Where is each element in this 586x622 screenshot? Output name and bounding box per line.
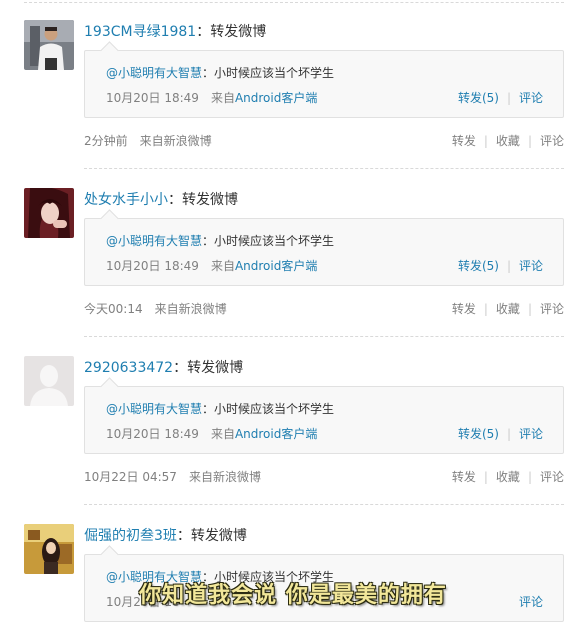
quoted-meta: 10月20日 18:49 来自Android客户端 <box>106 89 317 107</box>
client-link[interactable]: Android客户端 <box>235 91 317 105</box>
quoted-date-link[interactable]: 10月20日 18:49 <box>106 91 199 105</box>
post-source: 来自新浪微博 <box>139 134 212 148</box>
quoted-actions: 转发(5) | 评论 <box>457 427 543 441</box>
user-photo-girl-icon <box>24 188 74 238</box>
quoted-text: 小时候应该当个坏学生 <box>214 66 335 80</box>
quoted-actions: 转发(5) | 评论 <box>457 259 543 273</box>
repost-link[interactable]: 转发 <box>452 302 476 316</box>
favorite-link[interactable]: 收藏 <box>496 134 520 148</box>
colon: ： <box>202 234 215 248</box>
quoted-comment-link[interactable]: 评论 <box>519 259 543 273</box>
quoted-post: @小聪明有大智慧：小时候应该当个坏学生 10月20日 18:49 来自Androi… <box>84 386 564 454</box>
post-time-link[interactable]: 今天00:14 <box>84 302 143 316</box>
post-header: 193CM寻绿1981：转发微博 <box>84 22 266 42</box>
post-header: 处女水手小小：转发微博 <box>84 190 238 210</box>
colon: ： <box>202 66 215 80</box>
post-footer: 10月22日 04:57 来自新浪微博 转发 | 收藏 | 评论 <box>84 468 564 486</box>
post-text: 转发微博 <box>190 528 247 544</box>
quoted-date-link[interactable]: 10月20日 18:49 <box>106 427 199 441</box>
colon: ： <box>202 402 215 416</box>
top-divider <box>24 2 564 3</box>
user-photo-illustration-icon <box>24 524 74 574</box>
post-source: 来自新浪微博 <box>154 302 227 316</box>
favorite-link[interactable]: 收藏 <box>496 302 520 316</box>
post-header: 倔强的初叁3班：转发微博 <box>84 526 247 546</box>
quoted-author-link[interactable]: @小聪明有大智慧 <box>106 402 202 416</box>
client-link[interactable]: Android客户端 <box>235 259 317 273</box>
repost-link[interactable]: 转发 <box>452 134 476 148</box>
quoted-author-link[interactable]: @小聪明有大智慧 <box>106 66 202 80</box>
post-divider <box>84 168 564 169</box>
user-photo-man-icon <box>24 20 74 70</box>
post-actions: 转发 | 收藏 | 评论 <box>451 302 564 316</box>
post-time-link[interactable]: 10月22日 04:57 <box>84 470 177 484</box>
author-link[interactable]: 处女水手小小 <box>84 192 168 208</box>
avatar[interactable] <box>24 20 74 70</box>
post-text: 转发微博 <box>182 192 238 208</box>
colon: ： <box>196 24 211 40</box>
quoted-text: 小时候应该当个坏学生 <box>214 402 335 416</box>
post-text: 转发微博 <box>210 24 267 40</box>
quoted-comment-link[interactable]: 评论 <box>519 91 543 105</box>
from-prefix: 来自 <box>210 427 235 441</box>
quoted-post: @小聪明有大智慧：小时候应该当个坏学生 10月20日 18:49 来自Androi… <box>84 50 564 118</box>
quoted-content: @小聪明有大智慧：小时候应该当个坏学生 <box>106 400 334 418</box>
repost-link[interactable]: 转发 <box>452 470 476 484</box>
post-footer: 2分钟前 来自新浪微博 转发 | 收藏 | 评论 <box>84 132 564 150</box>
post-time-link[interactable]: 2分钟前 <box>84 134 128 148</box>
post-text: 转发微博 <box>187 360 244 376</box>
quoted-meta: 10月20日 18:49 来自Android客户端 <box>106 257 317 275</box>
video-subtitle-overlay: 你知道我会说 你是最美的拥有 <box>139 583 447 608</box>
quoted-author-link[interactable]: @小聪明有大智慧 <box>106 234 202 248</box>
quoted-repost-link[interactable]: 转发(5) <box>458 427 499 441</box>
client-link[interactable]: Android客户端 <box>235 427 317 441</box>
default-avatar-silhouette-icon <box>24 356 74 406</box>
quoted-content: @小聪明有大智慧：小时候应该当个坏学生 <box>106 232 334 250</box>
post-actions: 转发 | 收藏 | 评论 <box>451 470 564 484</box>
post-divider <box>84 504 564 505</box>
author-link[interactable]: 193CM寻绿1981 <box>84 24 196 40</box>
quoted-meta: 10月20日 18:49 来自Android客户端 <box>106 425 317 443</box>
quoted-text: 小时候应该当个坏学生 <box>214 234 335 248</box>
comment-link[interactable]: 评论 <box>540 134 564 148</box>
avatar[interactable] <box>24 356 74 406</box>
feed-item: 处女水手小小：转发微博 @小聪明有大智慧：小时候应该当个坏学生 10月20日 1… <box>0 188 586 338</box>
quoted-content: @小聪明有大智慧：小时候应该当个坏学生 <box>106 64 334 82</box>
avatar[interactable] <box>24 188 74 238</box>
from-prefix: 来自 <box>210 259 235 273</box>
quoted-comment-link[interactable]: 评论 <box>519 427 543 441</box>
favorite-link[interactable]: 收藏 <box>496 470 520 484</box>
comment-link[interactable]: 评论 <box>540 470 564 484</box>
post-header: 2920633472：转发微博 <box>84 358 243 378</box>
feed-item: 193CM寻绿1981：转发微博 @小聪明有大智慧：小时候应该当个坏学生 10月… <box>0 20 586 170</box>
post-source: 来自新浪微博 <box>188 470 261 484</box>
post-divider <box>84 336 564 337</box>
author-link[interactable]: 倔强的初叁3班 <box>84 528 177 544</box>
colon: ： <box>176 528 191 544</box>
colon: ： <box>168 192 182 208</box>
comment-link[interactable]: 评论 <box>540 302 564 316</box>
post-footer: 今天00:14 来自新浪微博 转发 | 收藏 | 评论 <box>84 300 564 318</box>
from-prefix: 来自 <box>210 91 235 105</box>
feed-item: 2920633472：转发微博 @小聪明有大智慧：小时候应该当个坏学生 10月2… <box>0 356 586 506</box>
colon: ： <box>173 360 188 376</box>
quoted-date-link[interactable]: 10月20日 18:49 <box>106 259 199 273</box>
quoted-actions: 转发(5) | 评论 <box>457 91 543 105</box>
quoted-post: @小聪明有大智慧：小时候应该当个坏学生 10月20日 18:49 来自Androi… <box>84 218 564 286</box>
avatar[interactable] <box>24 524 74 574</box>
quoted-repost-link[interactable]: 转发(5) <box>458 91 499 105</box>
author-link[interactable]: 2920633472 <box>84 360 173 376</box>
quoted-repost-link[interactable]: 转发(5) <box>458 259 499 273</box>
post-actions: 转发 | 收藏 | 评论 <box>451 134 564 148</box>
